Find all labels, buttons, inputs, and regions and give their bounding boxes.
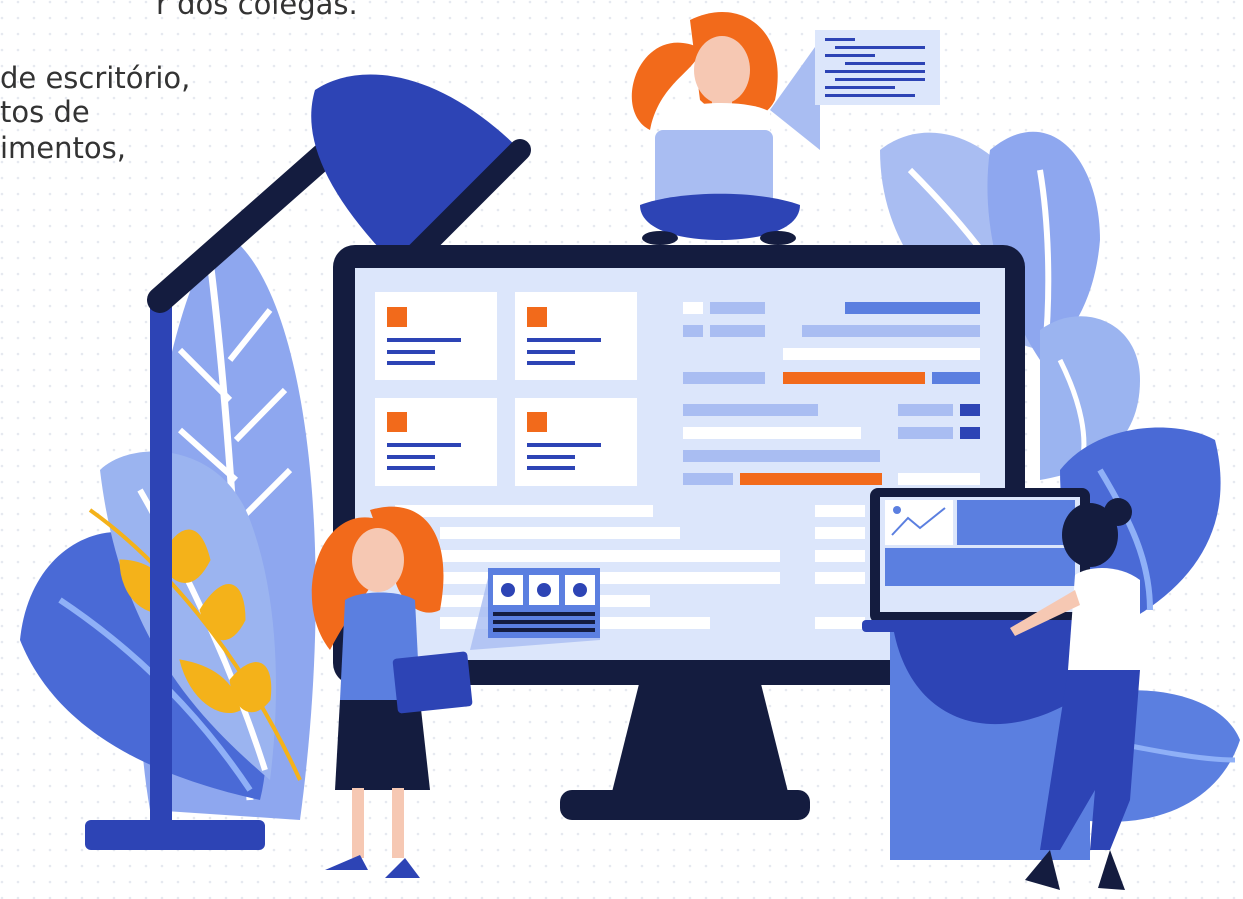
text-line-1: r dos colegas. xyxy=(156,0,358,21)
text-line-4: imentos, xyxy=(0,131,126,165)
office-illustration xyxy=(0,0,1243,899)
text-line-3: tos de xyxy=(0,95,90,129)
clipboard-bubble xyxy=(470,568,600,650)
text-line-2: de escritório, xyxy=(0,61,191,95)
